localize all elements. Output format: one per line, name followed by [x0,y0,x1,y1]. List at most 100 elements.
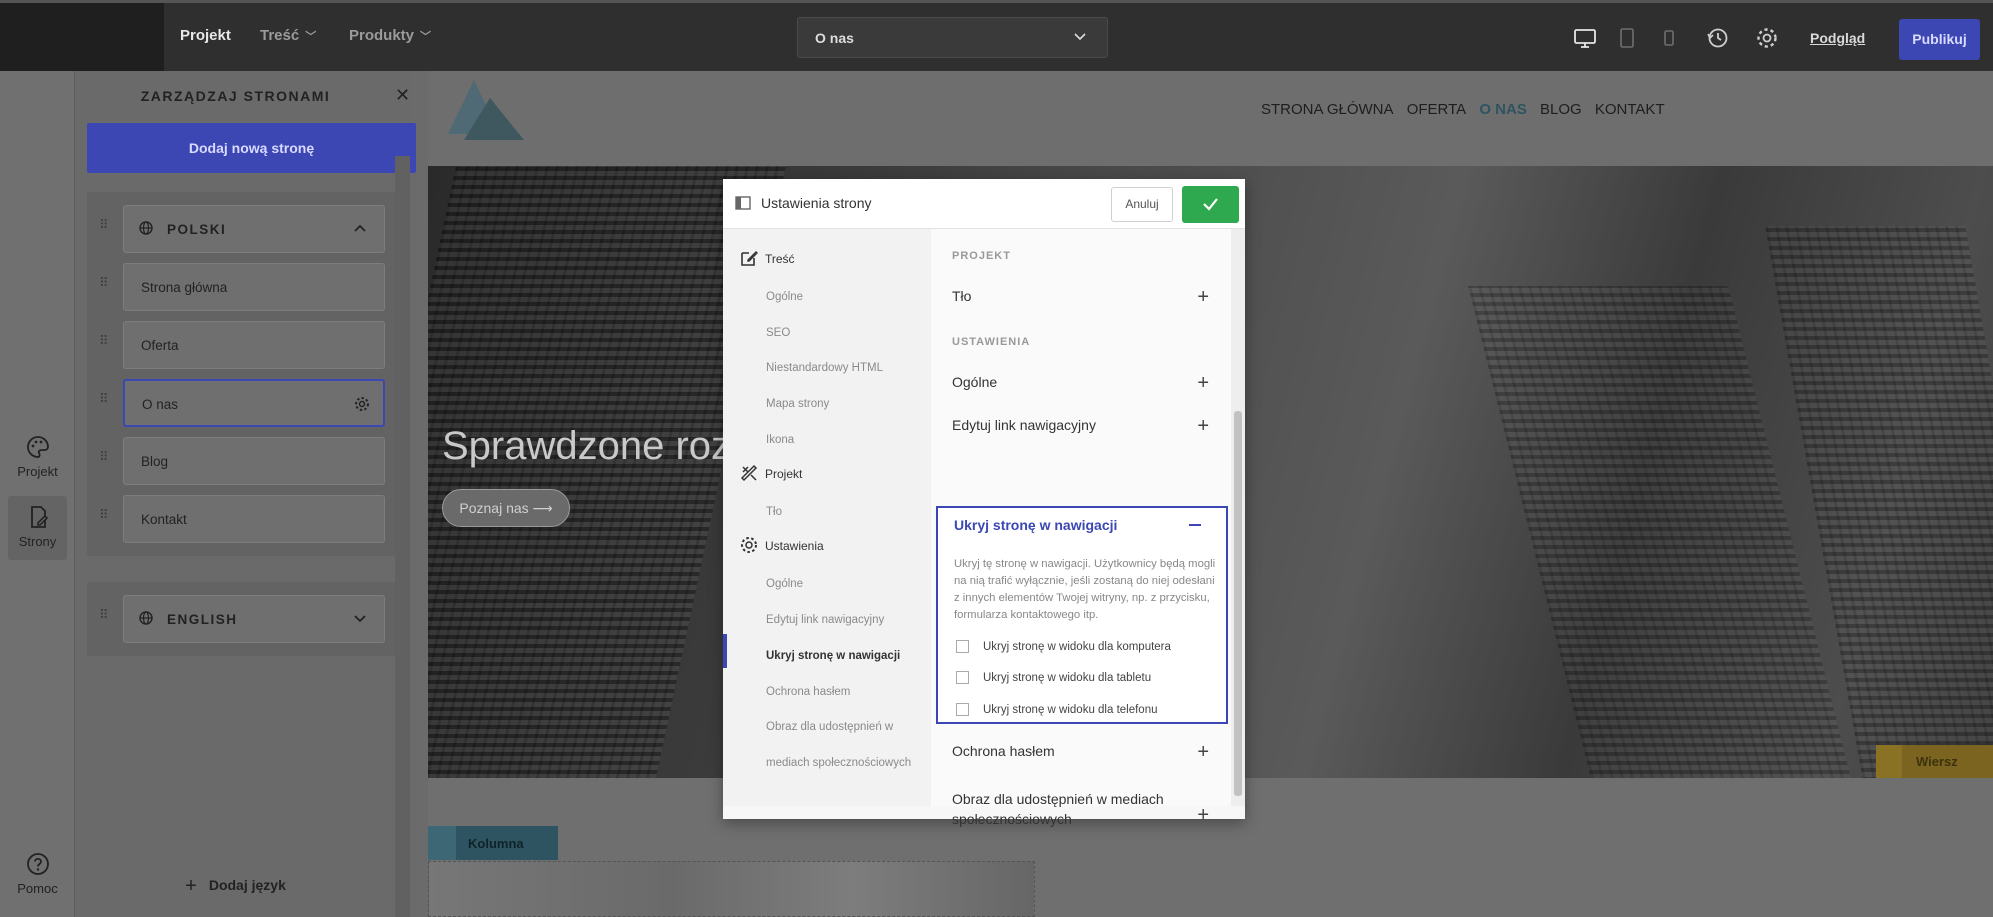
page-item-kontakt[interactable]: Kontakt [123,495,385,543]
drag-handle-icon[interactable]: ⠿ [99,450,109,463]
gear-icon[interactable] [1754,25,1780,51]
image-block[interactable] [428,861,1035,917]
panel-title: ZARZĄDZAJ STRONAMI [140,88,331,104]
site-header: STRONA GŁÓWNA OFERTA O NAS BLOG KONTAKT [428,71,1993,166]
rail-item-strony[interactable]: Strony [8,496,67,560]
nav-item-seo[interactable]: SEO [766,327,790,339]
checkbox-icon[interactable] [956,703,969,716]
accordion-label: Edytuj link nawigacyjny [952,417,1096,433]
phone-view-icon[interactable] [1656,25,1682,51]
page-select[interactable]: O nas [797,17,1108,58]
checkbox-hide-phone[interactable]: Ukryj stronę w widoku dla telefonu [956,703,1158,716]
help-label: Pomoc [17,881,58,896]
help-button[interactable]: Pomoc [8,843,67,907]
accordion-label: Tło [952,288,972,304]
nav-section-projekt[interactable]: Projekt [739,463,802,483]
menu-produkty[interactable]: Produkty ﹀ [349,27,431,44]
accordion-description: Ukryj tę stronę w nawigacji. Użytkownicy… [954,558,1216,621]
nav-section-tresc[interactable]: Treść [739,248,795,268]
nav-section-ustawienia[interactable]: Ustawienia [739,535,824,555]
panel-toggle-icon[interactable] [735,196,751,210]
publish-button[interactable]: Publikuj [1899,19,1980,60]
checkbox-icon[interactable] [956,671,969,684]
site-nav-item[interactable]: STRONA GŁÓWNA [1261,101,1394,118]
drag-handle-icon[interactable] [428,826,456,860]
section-label-projekt: PROJEKT [952,250,1011,262]
page-select-value: O nas [815,30,854,46]
accordion-tlo[interactable]: Tło + [952,286,1209,308]
preview-link[interactable]: Podgląd [1810,30,1865,46]
menu-tresc[interactable]: Treść ﹀ [260,27,316,44]
page-item-blog[interactable]: Blog [123,437,385,485]
drag-handle-icon[interactable] [1876,745,1902,778]
rail-item-projekt[interactable]: Projekt [8,426,67,490]
menu-projekt[interactable]: Projekt [180,27,231,44]
minus-icon[interactable] [1189,524,1201,526]
confirm-button[interactable] [1182,186,1239,223]
add-page-button[interactable]: Dodaj nową stronę [87,123,416,173]
logo-area [0,3,164,71]
page-item-strona-glowna[interactable]: Strona główna [123,263,385,311]
row-tag[interactable]: Wiersz [1876,745,1993,778]
pages-icon [30,506,48,528]
accordion-edit-nav-link[interactable]: Edytuj link nawigacyjny + [952,415,1209,437]
design-tools-icon [740,464,758,482]
language-name: POLSKI [167,222,227,237]
active-indicator [723,634,727,668]
desktop-view-icon[interactable] [1572,25,1598,51]
drag-handle-icon[interactable]: ⠿ [99,608,109,621]
plus-icon: + [1197,415,1209,437]
nav-item-hide-in-nav[interactable]: Ukryj stronę w nawigacji [766,650,900,662]
page-item-oferta[interactable]: Oferta [123,321,385,369]
site-nav-item[interactable]: BLOG [1540,101,1582,118]
site-logo[interactable] [446,78,526,142]
accordion-social-image[interactable]: Obraz dla udostępnień w mediach społeczno… [952,789,1209,829]
page-settings-modal: Ustawienia strony Anuluj Treść Ogólne SE… [723,179,1245,827]
checkbox-label: Ukryj stronę w widoku dla telefonu [983,704,1158,716]
history-icon[interactable] [1705,25,1731,51]
accordion-ogolne[interactable]: Ogólne + [952,372,1209,394]
nav-item-social-image-cont[interactable]: mediach społecznościowych [766,757,911,769]
site-nav-item[interactable]: OFERTA [1407,101,1466,118]
nav-item-sitemap[interactable]: Mapa strony [766,398,829,410]
scrollbar-thumb[interactable] [1234,411,1242,796]
checkbox-hide-tablet[interactable]: Ukryj stronę w widoku dla tabletu [956,671,1151,684]
plus-icon: + [185,875,197,897]
add-language-button[interactable]: + Dodaj język [75,875,396,898]
nav-item-custom-html[interactable]: Niestandardowy HTML [766,362,883,374]
nav-item-ogolne-settings[interactable]: Ogólne [766,578,803,590]
checkbox-hide-desktop[interactable]: Ukryj stronę w widoku dla komputera [956,640,1171,653]
close-icon[interactable]: ✕ [395,85,410,106]
nav-item-ogolne[interactable]: Ogólne [766,291,803,303]
accordion-title[interactable]: Ukryj stronę w nawigacji [954,517,1117,533]
nav-item-password[interactable]: Ochrona hasłem [766,686,850,698]
site-nav-item-active[interactable]: O NAS [1479,101,1527,118]
check-icon [1203,198,1218,211]
globe-icon [139,611,153,625]
nav-item-social-image[interactable]: Obraz dla udostępnień w [766,721,893,733]
column-tag[interactable]: Kolumna [428,826,558,860]
cancel-button[interactable]: Anuluj [1111,187,1173,222]
section-label-ustawienia: USTAWIENIA [952,336,1031,348]
accordion-password[interactable]: Ochrona hasłem + [952,741,1209,763]
tablet-view-icon[interactable] [1614,25,1640,51]
drag-handle-icon[interactable]: ⠿ [99,334,109,347]
drag-handle-icon[interactable]: ⠿ [99,392,109,405]
gear-icon[interactable] [353,395,371,413]
language-header-polski[interactable]: POLSKI [123,205,385,253]
drag-handle-icon[interactable]: ⠿ [99,276,109,289]
nav-item-tlo[interactable]: Tło [766,506,782,518]
plus-icon: + [1197,372,1209,394]
nav-item-icon[interactable]: Ikona [766,434,794,446]
checkbox-icon[interactable] [956,640,969,653]
drag-handle-icon[interactable]: ⠿ [99,508,109,521]
modal-scrollbar[interactable] [1231,229,1245,806]
page-item-o-nas[interactable]: O nas [123,379,385,427]
row-tag-label: Wiersz [1916,754,1958,769]
site-nav-item[interactable]: KONTAKT [1595,101,1665,118]
nav-item-edit-nav-link[interactable]: Edytuj link nawigacyjny [766,614,884,626]
drag-handle-icon[interactable]: ⠿ [99,218,109,231]
panel-scrollbar[interactable] [395,156,410,917]
language-header-english[interactable]: ENGLISH [123,595,385,643]
hero-button[interactable]: Poznaj nas ⟶ [442,489,570,527]
